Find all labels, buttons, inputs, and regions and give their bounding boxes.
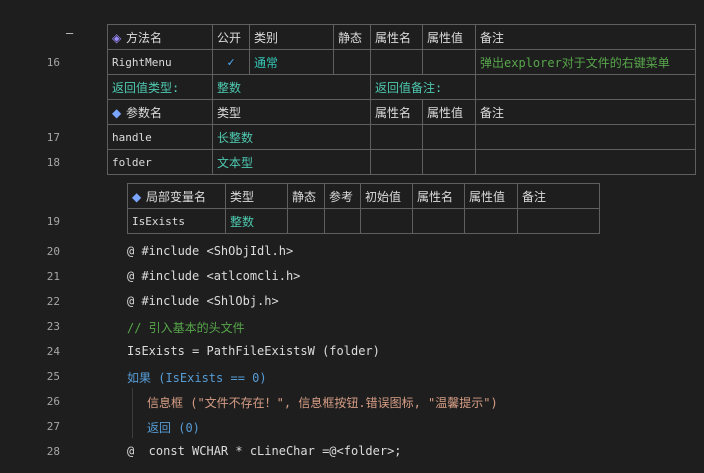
line-number: 28: [46, 445, 60, 458]
method-icon: ◈: [112, 30, 122, 45]
local-init-header: 初始值: [360, 183, 413, 209]
local-var-icon: ◆: [132, 189, 142, 204]
param-attr-value-cell[interactable]: [422, 149, 476, 175]
local-name-header: ◆ 局部变量名: [127, 183, 226, 209]
line-number: 16: [46, 56, 60, 69]
static-header: 静态: [333, 24, 371, 50]
method-table: ◈ 方法名 公开 类别 静态 属性名 属性值 备注 RightMenu ✓ 通常 …: [107, 24, 696, 100]
return-type-label: 返回值类型:: [107, 74, 213, 100]
local-attr-value-header: 属性值: [464, 183, 518, 209]
code-line[interactable]: 24 IsExists = PathFileExistsW (folder): [0, 340, 704, 365]
local-attr-value-cell[interactable]: [464, 208, 518, 234]
line-number: 19: [46, 215, 60, 228]
msgbox-call[interactable]: 信息框 ("文件不存在！", 信息框按钮.错误图标, "温馨提示"): [147, 394, 498, 411]
line-number: 24: [46, 345, 60, 358]
param-attr-value-header: 属性值: [422, 99, 476, 125]
local-type-cell[interactable]: 整数: [225, 208, 288, 234]
param-note-cell[interactable]: [475, 149, 696, 175]
category-header: 类别: [249, 24, 334, 50]
code-line[interactable]: 23 // 引入基本的头文件: [0, 315, 704, 340]
code-line[interactable]: 26 信息框 ("文件不存在！", 信息框按钮.错误图标, "温馨提示"): [0, 390, 704, 415]
param-attr-name-cell[interactable]: [370, 124, 423, 150]
local-attr-name-cell[interactable]: [412, 208, 465, 234]
local-init-cell[interactable]: [360, 208, 413, 234]
local-name-cell[interactable]: IsExists: [127, 208, 226, 234]
public-cell[interactable]: ✓: [212, 49, 250, 75]
return-note-value[interactable]: [475, 74, 696, 100]
fold-toggle[interactable]: —: [66, 26, 78, 44]
param-name-header: ◆ 参数名: [107, 99, 213, 125]
category-cell[interactable]: 通常: [249, 49, 334, 75]
attr-value-cell[interactable]: [422, 49, 476, 75]
line-number: 26: [46, 395, 60, 408]
line-number: 21: [46, 270, 60, 283]
param-attr-value-cell[interactable]: [422, 124, 476, 150]
code-text[interactable]: @ #include <ShlObj.h>: [127, 294, 279, 308]
param-type-cell[interactable]: 长整数: [212, 124, 371, 150]
param-name-cell[interactable]: folder: [107, 149, 213, 175]
line-number: 22: [46, 295, 60, 308]
code-text[interactable]: @ #include <ShObjIdl.h>: [127, 244, 293, 258]
line-number: 25: [46, 370, 60, 383]
comment-text[interactable]: // 引入基本的头文件: [127, 319, 245, 336]
public-header: 公开: [212, 24, 250, 50]
param-type-cell[interactable]: 文本型: [212, 149, 371, 175]
code-line[interactable]: 27 返回 (0): [0, 415, 704, 440]
param-note-header: 备注: [475, 99, 696, 125]
attr-value-header: 属性值: [422, 24, 476, 50]
attr-name-cell[interactable]: [370, 49, 423, 75]
local-note-header: 备注: [517, 183, 600, 209]
param-table: ◆ 参数名 类型 属性名 属性值 备注 handle 长整数 folder 文本型: [107, 99, 696, 175]
local-static-header: 静态: [287, 183, 325, 209]
static-cell[interactable]: [333, 49, 371, 75]
code-line[interactable]: 22 @ #include <ShlObj.h>: [0, 290, 704, 315]
code-text[interactable]: @ #include <atlcomcli.h>: [127, 269, 300, 283]
local-type-header: 类型: [225, 183, 288, 209]
param-attr-name-header: 属性名: [370, 99, 423, 125]
local-ref-cell[interactable]: [324, 208, 361, 234]
param-attr-name-cell[interactable]: [370, 149, 423, 175]
line-number: 18: [46, 156, 60, 169]
line-number: 17: [46, 131, 60, 144]
param-name-cell[interactable]: handle: [107, 124, 213, 150]
local-note-cell[interactable]: [517, 208, 600, 234]
code-line[interactable]: 25 如果 (IsExists == 0): [0, 365, 704, 390]
line-number: 27: [46, 420, 60, 433]
param-type-header: 类型: [212, 99, 371, 125]
param-note-cell[interactable]: [475, 124, 696, 150]
param-icon: ◆: [112, 105, 122, 120]
if-statement[interactable]: 如果 (IsExists == 0): [127, 369, 267, 386]
code-line[interactable]: 20 @ #include <ShObjIdl.h>: [0, 240, 704, 265]
local-static-cell[interactable]: [287, 208, 325, 234]
local-attr-name-header: 属性名: [412, 183, 465, 209]
code-text[interactable]: @ const WCHAR * cLineChar =@<folder>;: [127, 444, 402, 458]
return-statement[interactable]: 返回 (0): [147, 419, 200, 436]
code-line[interactable]: 28 @ const WCHAR * cLineChar =@<folder>;: [0, 440, 704, 465]
local-var-table: ◆ 局部变量名 类型 静态 参考 初始值 属性名 属性值 备注 IsExists …: [127, 183, 600, 234]
return-note-label: 返回值备注:: [370, 74, 476, 100]
line-number: 23: [46, 320, 60, 333]
line-number: 20: [46, 245, 60, 258]
code-text[interactable]: IsExists = PathFileExistsW (folder): [127, 344, 380, 358]
local-ref-header: 参考: [324, 183, 361, 209]
method-name-cell[interactable]: RightMenu: [107, 49, 213, 75]
note-header: 备注: [475, 24, 696, 50]
check-icon: ✓: [227, 55, 235, 69]
return-type-value[interactable]: 整数: [212, 74, 371, 100]
method-note-cell[interactable]: 弹出explorer对于文件的右键菜单: [475, 49, 696, 75]
method-name-header: ◈ 方法名: [107, 24, 213, 50]
attr-name-header: 属性名: [370, 24, 423, 50]
code-line[interactable]: 21 @ #include <atlcomcli.h>: [0, 265, 704, 290]
